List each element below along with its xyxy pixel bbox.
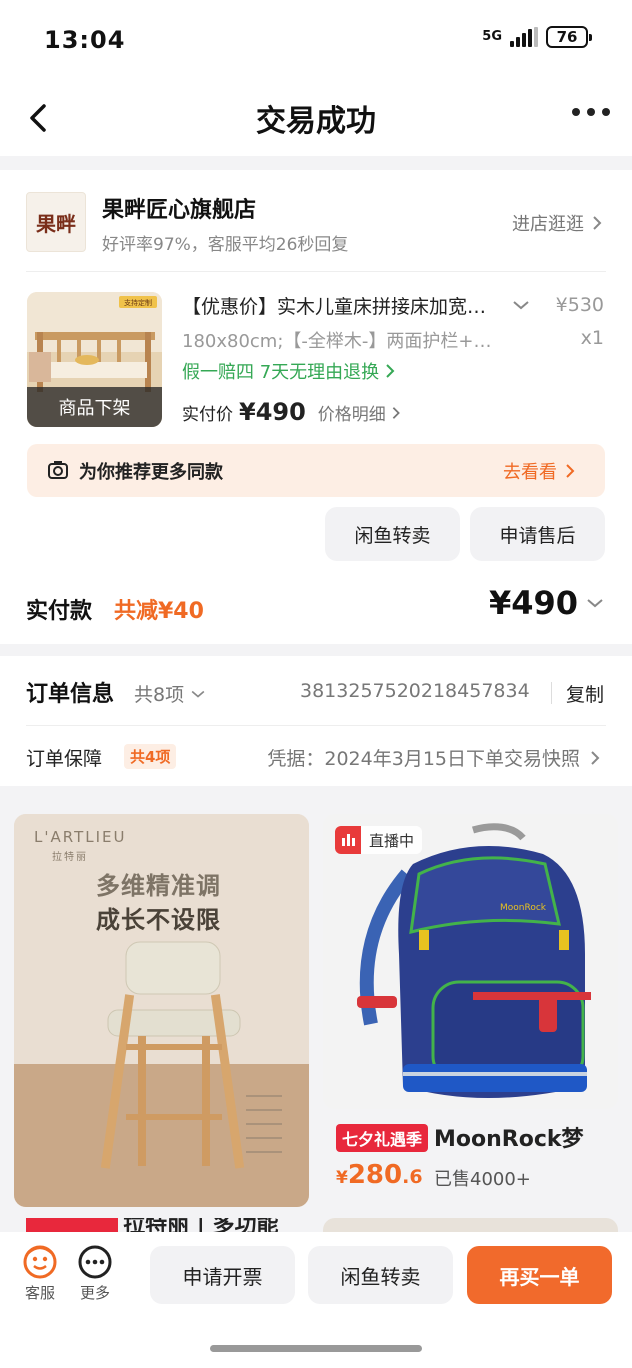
feed-item-backpack[interactable]: MoonRock 直播中 (323, 814, 618, 1109)
order-guarantee-title[interactable]: 订单保障 (26, 744, 102, 771)
price-detail-label: 价格明细 (317, 405, 386, 425)
recommend-similar-banner[interactable]: 为你推荐更多同款 去看看 (27, 444, 605, 497)
divider (551, 682, 552, 704)
chevron-right-icon (386, 364, 395, 378)
divider (26, 271, 606, 272)
backpack-promo-tag: 七夕礼遇季 (336, 1124, 429, 1152)
camera-icon (47, 459, 69, 485)
shop-logo[interactable]: 果畔 (26, 192, 86, 252)
product-guarantee-link[interactable]: 假一赔四 7天无理由退换 (182, 358, 395, 384)
chevron-down-icon (587, 599, 603, 608)
product-title[interactable]: 【优惠价】实木儿童床拼接床加宽床边床 (182, 292, 492, 319)
chevron-right-icon (392, 407, 401, 419)
product-paid-label: 实付价 (182, 405, 233, 425)
chair-slogan-line-2: 成长不设限 (96, 906, 221, 934)
order-info-card: 订单信息 共8项 3813257520218457834 复制 订单保障 共4项… (0, 656, 632, 786)
recommend-go-link[interactable]: 去看看 (503, 458, 575, 484)
paid-discount: 共减¥40 (114, 599, 204, 624)
after-sale-button[interactable]: 申请售后 (470, 507, 605, 561)
recommend-label: 为你推荐更多同款 (79, 462, 223, 483)
shop-name[interactable]: 果畔匠心旗舰店 (102, 192, 256, 224)
more-menu-icon[interactable] (572, 108, 610, 116)
network-type: 5G (482, 29, 502, 44)
feed-next-item-right[interactable] (323, 1218, 618, 1232)
copy-order-number-button[interactable]: 复制 (566, 680, 604, 707)
order-number: 3813257520218457834 (300, 680, 530, 702)
live-badge: 直播中 (335, 826, 423, 854)
chair-slogan-line-1: 多维精准调 (96, 872, 221, 900)
customer-service-label[interactable]: 客服 (18, 1282, 62, 1303)
page-title: 交易成功 (256, 104, 376, 139)
chair-brand-cn: 拉特丽 (52, 852, 88, 863)
buy-again-button[interactable]: 再买一单 (467, 1246, 612, 1304)
product-delisted-label: 商品下架 (27, 387, 162, 427)
order-info-title: 订单信息 (26, 682, 115, 707)
battery-icon: 76 (546, 26, 592, 48)
feed-item-chair[interactable]: L'ARTLIEU 拉特丽 多维精准调 成长不设限 (14, 814, 309, 1207)
product-quantity: x1 (580, 327, 604, 349)
backpack-sold-count: 已售4000+ (434, 1169, 531, 1190)
backpack-logo: MoonRock (500, 903, 547, 913)
backpack-product-image: MoonRock (323, 814, 618, 1109)
divider (26, 725, 606, 726)
status-icons: 5G 76 (482, 26, 592, 48)
feed-next-title-left: 拉特丽 | 多功能 (123, 1218, 279, 1232)
product-paid-amount: ¥490 (239, 398, 306, 426)
product-guarantee-label: 假一赔四 7天无理由退换 (182, 362, 380, 383)
request-invoice-button[interactable]: 申请开票 (150, 1246, 295, 1304)
order-snapshot-label: 凭据：2024年3月15日下单交易快照 (267, 748, 580, 770)
chevron-down-icon (191, 690, 205, 698)
paid-total-label: 实付款 (26, 599, 93, 624)
product-image[interactable]: 支持定制 商品下架 (27, 292, 162, 427)
chevron-right-icon (566, 464, 575, 478)
order-info-count: 共8项 (134, 684, 185, 706)
chair-brand: L'ARTLIEU (34, 828, 127, 846)
paid-total-value: ¥490 (488, 584, 578, 622)
customer-service-icon[interactable] (20, 1244, 60, 1284)
feed-next-item-left[interactable]: 拉特丽 | 多功能 (26, 1218, 296, 1232)
price-detail-link[interactable]: 价格明细 (318, 400, 401, 425)
product-paid-row: 实付价 ¥490 价格明细 (182, 398, 401, 426)
status-time: 13:04 (44, 26, 126, 54)
order-card: 果畔 果畔匠心旗舰店 好评率97%，客服平均26秒回复 进店逛逛 支持定制 商品… (0, 170, 632, 644)
bottom-action-bar: 客服 更多 申请开票 闲鱼转卖 再买一单 (0, 1232, 632, 1368)
live-icon (335, 826, 361, 854)
more-label[interactable]: 更多 (73, 1282, 117, 1303)
more-icon[interactable] (75, 1244, 115, 1284)
shop-rating: 好评率97%，客服平均26秒回复 (102, 235, 349, 255)
order-snapshot-link[interactable]: 凭据：2024年3月15日下单交易快照 (267, 744, 600, 771)
live-label: 直播中 (369, 831, 415, 850)
backpack-price: ¥ 280 .6 (336, 1160, 423, 1190)
recommend-go-label: 去看看 (503, 462, 557, 483)
paid-total-amount[interactable]: ¥490 (489, 584, 604, 622)
product-image-badge: 支持定制 (124, 298, 152, 307)
order-info-expand[interactable]: 共8项 (134, 680, 206, 707)
home-indicator[interactable] (210, 1345, 422, 1352)
price-decimal: .6 (402, 1166, 423, 1188)
price-currency: ¥ (336, 1168, 348, 1188)
status-bar: 13:04 5G 76 (0, 0, 632, 80)
backpack-title[interactable]: MoonRock梦 (434, 1121, 614, 1153)
order-guarantee-count[interactable]: 共4项 (124, 744, 177, 769)
resell-bottom-button[interactable]: 闲鱼转卖 (308, 1246, 453, 1304)
enter-shop-link[interactable]: 进店逛逛 (512, 210, 602, 236)
product-original-price: ¥530 (555, 294, 604, 316)
product-spec: 180x80cm;【-全榉木-】两面护栏+床垫 (182, 331, 492, 352)
nav-bar: 交易成功 (0, 80, 632, 156)
chevron-down-icon[interactable] (512, 296, 530, 315)
battery-level: 76 (556, 28, 578, 46)
chevron-right-icon (593, 216, 602, 230)
signal-icon (510, 27, 538, 47)
price-integer: 280 (347, 1160, 403, 1190)
chevron-right-icon (591, 750, 600, 765)
resell-button[interactable]: 闲鱼转卖 (325, 507, 460, 561)
enter-shop-label: 进店逛逛 (512, 214, 584, 235)
